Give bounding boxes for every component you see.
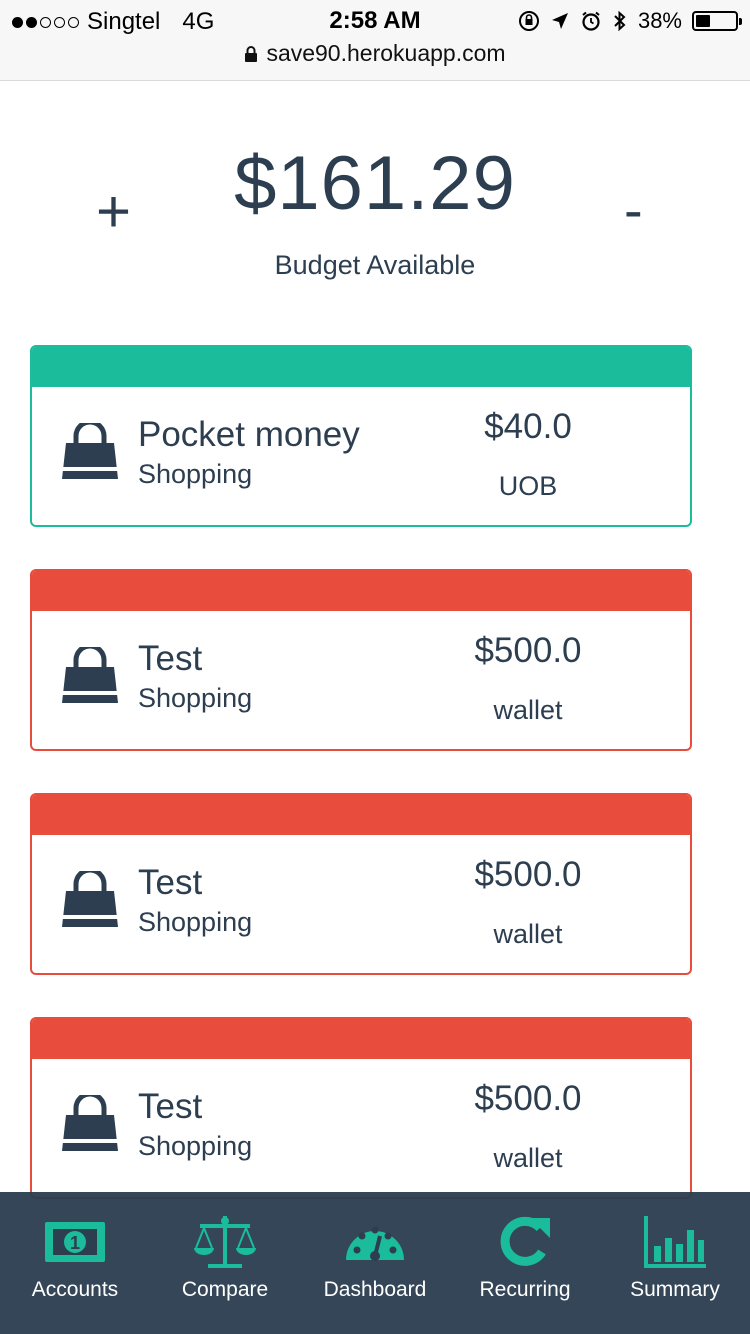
- nav-label: Compare: [181, 1278, 269, 1301]
- bottom-nav: 1 Accounts Compare Dashboard Recurring S…: [0, 1192, 750, 1334]
- location-arrow-icon: [551, 13, 568, 29]
- expense-category: Shopping: [138, 907, 253, 937]
- card-body: Test Shopping $500.0 wallet: [32, 1059, 690, 1197]
- shopping-bag-icon: [60, 419, 120, 485]
- nav-summary[interactable]: Summary: [600, 1192, 750, 1334]
- expense-category: Shopping: [138, 459, 253, 489]
- lock-icon: [245, 45, 258, 62]
- subtract-budget-button[interactable]: -: [624, 180, 643, 240]
- battery-percent: 38%: [637, 8, 682, 33]
- budget-label: Budget Available: [274, 250, 476, 280]
- expense-card[interactable]: Pocket money Shopping $40.0 UOB: [30, 345, 692, 527]
- nav-dashboard[interactable]: Dashboard: [300, 1192, 450, 1334]
- expense-amount: $500.0: [474, 1079, 582, 1118]
- expense-account: wallet: [493, 1143, 563, 1173]
- refresh-icon: [500, 1216, 550, 1266]
- card-status-bar: [32, 795, 690, 835]
- shopping-bag-icon: [60, 643, 120, 709]
- url-bar[interactable]: save90.herokuapp.com: [0, 40, 750, 67]
- orientation-lock-icon: [518, 11, 539, 31]
- nav-label: Accounts: [31, 1278, 119, 1301]
- expense-title: Pocket money: [138, 415, 360, 454]
- expense-account: wallet: [493, 695, 563, 725]
- expense-title: Test: [138, 1087, 203, 1126]
- bluetooth-icon: [614, 10, 626, 32]
- card-body: Test Shopping $500.0 wallet: [32, 835, 690, 973]
- shopping-bag-icon: [60, 1091, 120, 1157]
- expense-amount: $40.0: [484, 407, 572, 446]
- scale-icon: [194, 1216, 256, 1268]
- nav-recurring[interactable]: Recurring: [450, 1192, 600, 1334]
- budget-header: + $161.29 - Budget Available: [0, 130, 750, 300]
- svg-text:1: 1: [70, 1233, 80, 1253]
- card-body: Test Shopping $500.0 wallet: [32, 611, 690, 749]
- expense-amount: $500.0: [474, 855, 582, 894]
- expense-title: Test: [138, 863, 203, 902]
- expense-card[interactable]: Test Shopping $500.0 wallet: [30, 793, 692, 975]
- status-icons: 38%: [518, 8, 742, 34]
- status-bar: Singtel 4G 2:58 AM 38% save90.herokuapp.…: [0, 0, 750, 81]
- bar-chart-icon: [644, 1216, 706, 1268]
- money-bill-icon: 1: [45, 1222, 105, 1262]
- dashboard-gauge-icon: [346, 1226, 404, 1261]
- expense-account: wallet: [493, 919, 563, 949]
- expense-category: Shopping: [138, 683, 253, 713]
- card-status-bar: [32, 571, 690, 611]
- expense-card[interactable]: Test Shopping $500.0 wallet: [30, 1017, 692, 1199]
- nav-label: Summary: [630, 1278, 720, 1301]
- nav-label: Recurring: [479, 1278, 571, 1301]
- shopping-bag-icon: [60, 867, 120, 933]
- alarm-icon: [582, 11, 600, 31]
- nav-label: Dashboard: [323, 1278, 427, 1301]
- battery-icon: [692, 11, 742, 31]
- expense-amount: $500.0: [474, 631, 582, 670]
- card-status-bar: [32, 1019, 690, 1059]
- card-body: Pocket money Shopping $40.0 UOB: [32, 387, 690, 525]
- url-text: save90.herokuapp.com: [266, 40, 506, 66]
- expense-title: Test: [138, 639, 203, 678]
- expense-account: UOB: [498, 471, 558, 501]
- card-status-bar: [32, 347, 690, 387]
- expense-card[interactable]: Test Shopping $500.0 wallet: [30, 569, 692, 751]
- nav-compare[interactable]: Compare: [150, 1192, 300, 1334]
- expense-category: Shopping: [138, 1131, 253, 1161]
- nav-accounts[interactable]: 1 Accounts: [0, 1192, 150, 1334]
